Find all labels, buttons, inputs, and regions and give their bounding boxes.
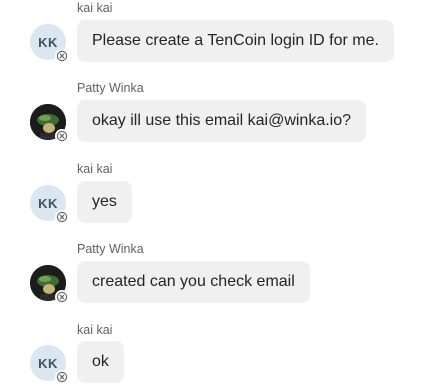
message-bubble[interactable]: ok <box>77 341 124 383</box>
avatar[interactable] <box>30 104 69 143</box>
offline-icon <box>55 290 69 304</box>
avatar-initials: KK <box>38 195 58 211</box>
sender-name: Patty Winka <box>77 81 144 95</box>
message-bubble[interactable]: Please create a TenCoin login ID for me. <box>77 20 394 62</box>
message-bubble[interactable]: created can you check email <box>77 261 310 303</box>
avatar-initials: KK <box>38 355 58 371</box>
sender-name: kai kai <box>77 162 113 176</box>
avatar[interactable]: KK <box>30 345 69 384</box>
sender-name: kai kai <box>77 1 113 15</box>
message-bubble[interactable]: yes <box>77 181 132 223</box>
offline-icon <box>55 210 69 224</box>
offline-icon <box>55 370 69 384</box>
offline-icon <box>55 49 69 63</box>
avatar[interactable] <box>30 265 69 304</box>
sender-name: kai kai <box>77 323 113 337</box>
avatar-initials: KK <box>38 34 58 50</box>
avatar[interactable]: KK <box>30 24 69 63</box>
avatar[interactable]: KK <box>30 185 69 224</box>
offline-icon <box>55 129 69 143</box>
message-bubble[interactable]: okay ill use this email kai@winka.io? <box>77 100 367 142</box>
sender-name: Patty Winka <box>77 242 144 256</box>
